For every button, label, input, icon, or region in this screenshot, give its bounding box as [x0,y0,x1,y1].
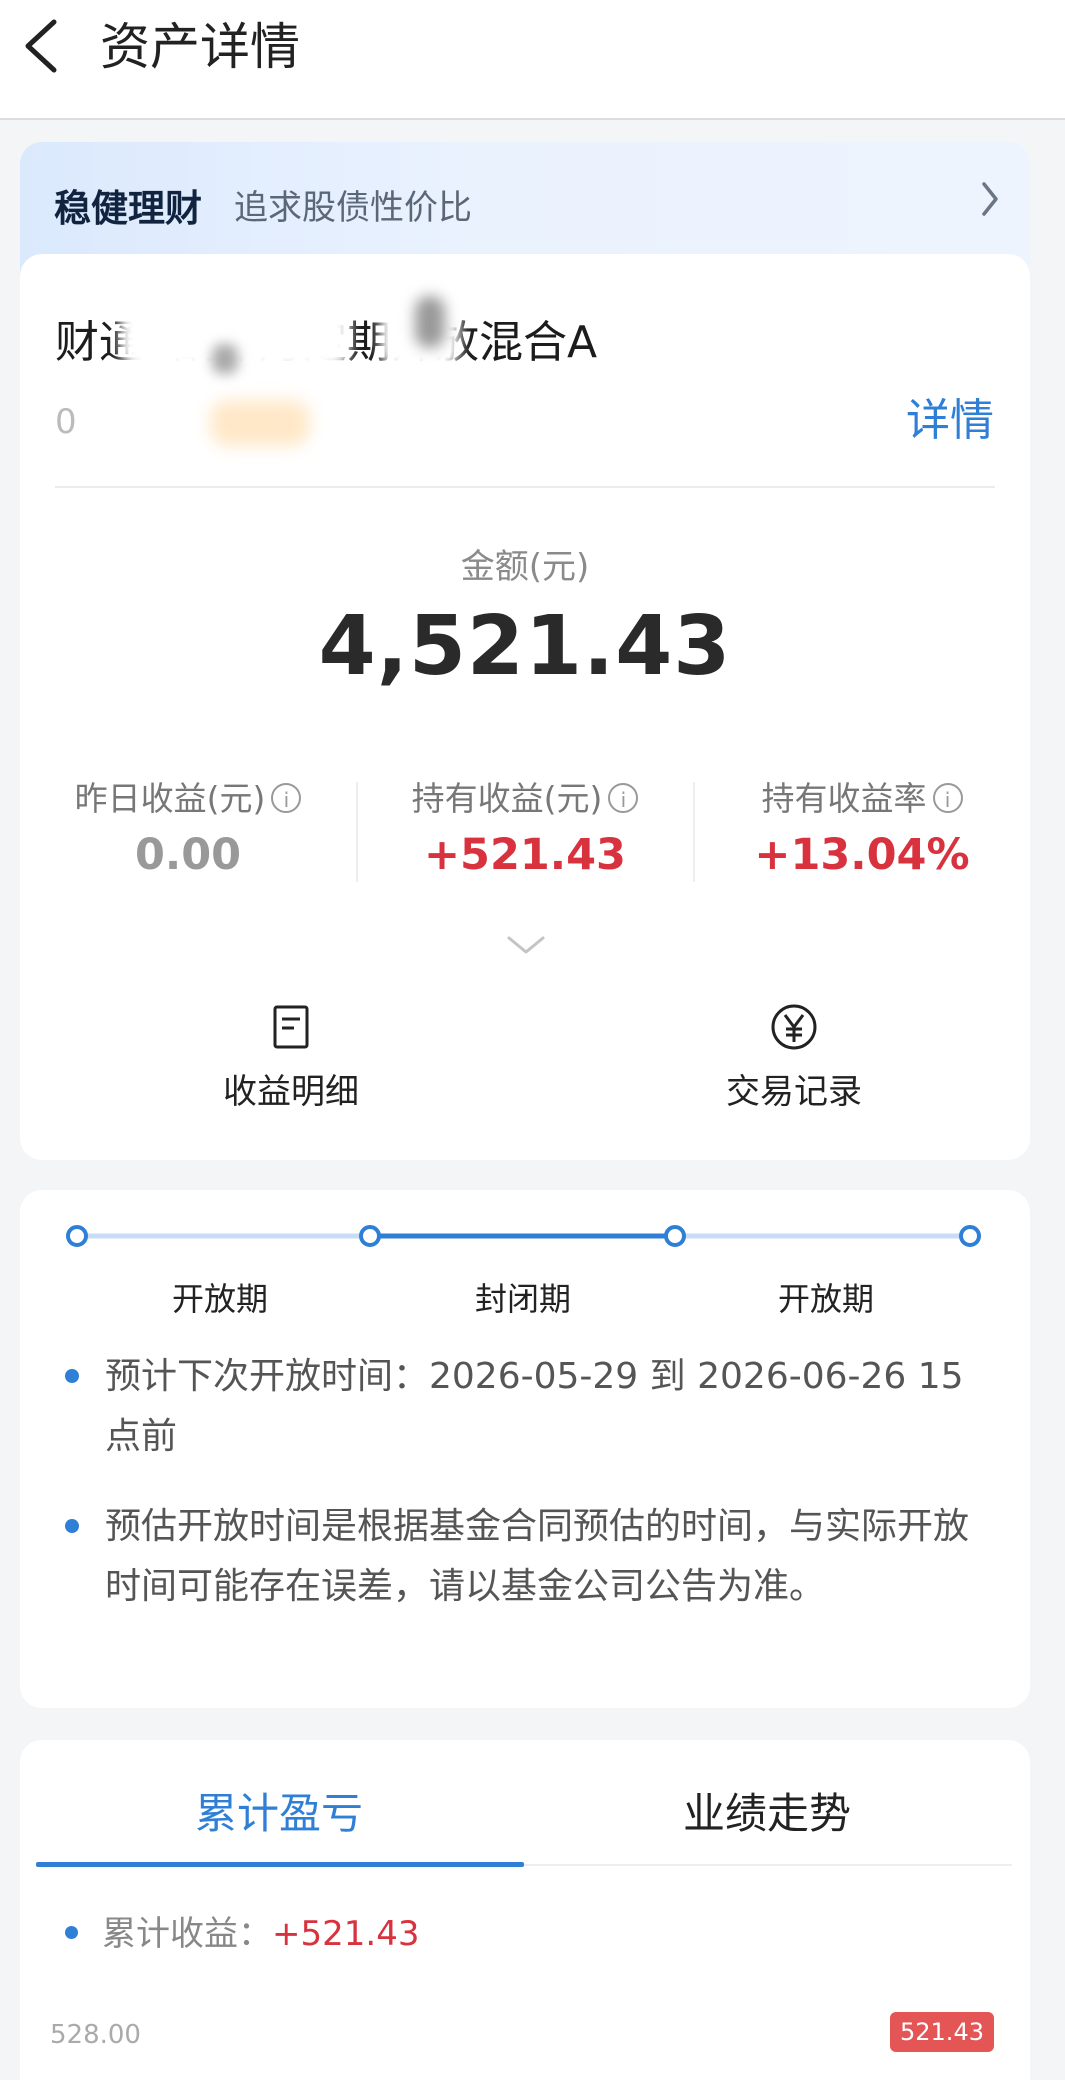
top-nav-bar: 资产详情 [0,0,1065,120]
document-icon [273,1005,309,1049]
stat-value: +13.04% [754,830,970,880]
yen-circle-icon [771,1004,817,1050]
stat-label: 持有收益(元) i [357,772,693,820]
stat-value: +521.43 [424,830,626,880]
stat-holding-profit[interactable]: 持有收益(元) i +521.43 [357,772,693,880]
category-subtitle: 追求股债性价比 [234,188,472,228]
tab-performance-trend[interactable]: 业绩走势 [524,1780,1010,1841]
redaction-blur [415,296,445,348]
bullet-dot [65,1926,78,1939]
fund-detail-link[interactable]: 详情 [906,384,994,448]
chevron-right-icon [982,182,998,216]
fund-code-fragment: 0 [55,402,77,442]
performance-card: 累计盈亏 业绩走势 累计收益：+521.43 528.00 521.43 [20,1740,1030,2080]
cumulative-label: 累计收益： [102,1914,272,1954]
info-icon[interactable]: i [271,783,302,813]
fund-code-redacted: 0 [55,396,315,452]
amount-value: 4,521.43 [318,599,732,694]
note-disclaimer: 预估开放时间是根据基金合同预估的时间，与实际开放时间可能存在误差，请以基金公司公… [65,1497,985,1617]
bullet-dot [65,1369,79,1383]
asset-summary-card: 财通 增强 月定期开放混合A 0 详情 金额(元) 4,521.43 昨日收益(… [20,254,1030,1160]
stat-label: 持有收益率 i [694,772,1030,820]
tab-active-indicator [36,1862,524,1867]
amount-label: 金额(元) [460,547,590,587]
info-icon[interactable]: i [608,783,639,813]
stat-value: 0.00 [134,830,242,880]
phase-open: 开放期 [777,1280,874,1318]
cumulative-value: +521.43 [272,1914,420,1954]
info-icon[interactable]: i [932,783,963,813]
action-label: 交易记录 [726,1072,862,1112]
earnings-stats: 昨日收益(元) i 0.00 持有收益(元) i +521.43 持有收益率 i +1… [20,772,1030,882]
page-title: 资产详情 [100,18,300,76]
redaction-blur [210,400,310,446]
back-arrow-icon[interactable] [18,16,68,76]
note-text: 预估开放时间是根据基金合同预估的时间，与实际开放时间可能存在误差，请以基金公司公… [105,1506,970,1607]
open-period-card: 开放期 封闭期 开放期 预计下次开放时间：2026-05-29 到 2026-0… [20,1190,1030,1708]
chevron-down-icon[interactable] [506,934,546,956]
divider [55,486,995,488]
note-next-open: 预计下次开放时间：2026-05-29 到 2026-06-26 15点前 [65,1347,985,1467]
tab-cumulative-pnl[interactable]: 累计盈亏 [36,1780,522,1841]
chart-y-tick: 528.00 [50,2020,141,2050]
category-title: 稳健理财 [54,187,202,230]
stat-yesterday[interactable]: 昨日收益(元) i 0.00 [20,772,356,880]
stat-label: 昨日收益(元) i [20,772,356,820]
note-text: 预计下次开放时间：2026-05-29 到 2026-06-26 15点前 [105,1356,964,1457]
cumulative-profit: 累计收益：+521.43 [65,1906,419,1955]
stat-holding-rate[interactable]: 持有收益率 i +13.04% [694,772,1030,880]
bullet-dot [65,1519,79,1533]
action-label: 收益明细 [223,1072,359,1112]
chart-tooltip: 521.43 [890,2012,994,2052]
transaction-record-button[interactable]: 交易记录 [684,1002,904,1113]
redaction-blur [212,344,238,374]
phase-open: 开放期 [171,1280,268,1318]
phase-closed: 封闭期 [474,1280,571,1318]
income-detail-button[interactable]: 收益明细 [181,1002,401,1113]
